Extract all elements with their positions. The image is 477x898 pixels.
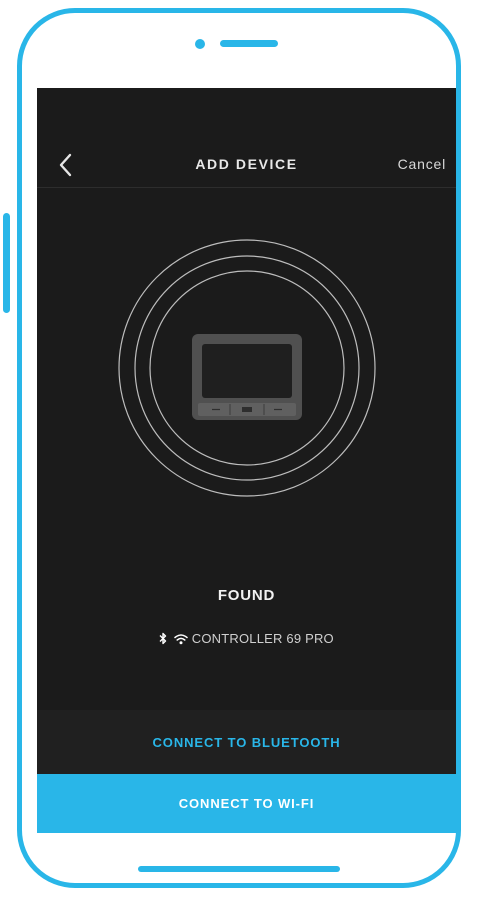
bluetooth-icon xyxy=(159,632,167,645)
device-scan-illustration xyxy=(118,239,376,497)
cancel-button[interactable]: Cancel xyxy=(398,156,446,172)
page-title: ADD DEVICE xyxy=(195,156,298,172)
phone-camera xyxy=(195,39,205,49)
connect-bluetooth-button[interactable]: CONNECT TO BLUETOOTH xyxy=(37,710,456,774)
device-name: CONTROLLER 69 PRO xyxy=(191,631,334,646)
wifi-icon xyxy=(174,634,188,645)
found-status: FOUND xyxy=(217,587,276,604)
phone-home-bar xyxy=(138,866,340,872)
app-screen: ADD DEVICE Cancel FOUND CONTROLLER 69 PR… xyxy=(37,88,456,833)
connect-bluetooth-label: CONNECT TO BLUETOOTH xyxy=(152,734,341,750)
phone-side-button xyxy=(3,213,10,313)
header-bar: ADD DEVICE Cancel xyxy=(37,88,456,188)
found-device[interactable]: CONTROLLER 69 PRO xyxy=(37,631,456,646)
controller-device-icon xyxy=(192,334,302,420)
connect-wifi-button[interactable]: CONNECT TO WI-FI xyxy=(37,774,456,833)
phone-speaker xyxy=(220,40,278,47)
connect-wifi-label: CONNECT TO WI-FI xyxy=(178,796,315,811)
